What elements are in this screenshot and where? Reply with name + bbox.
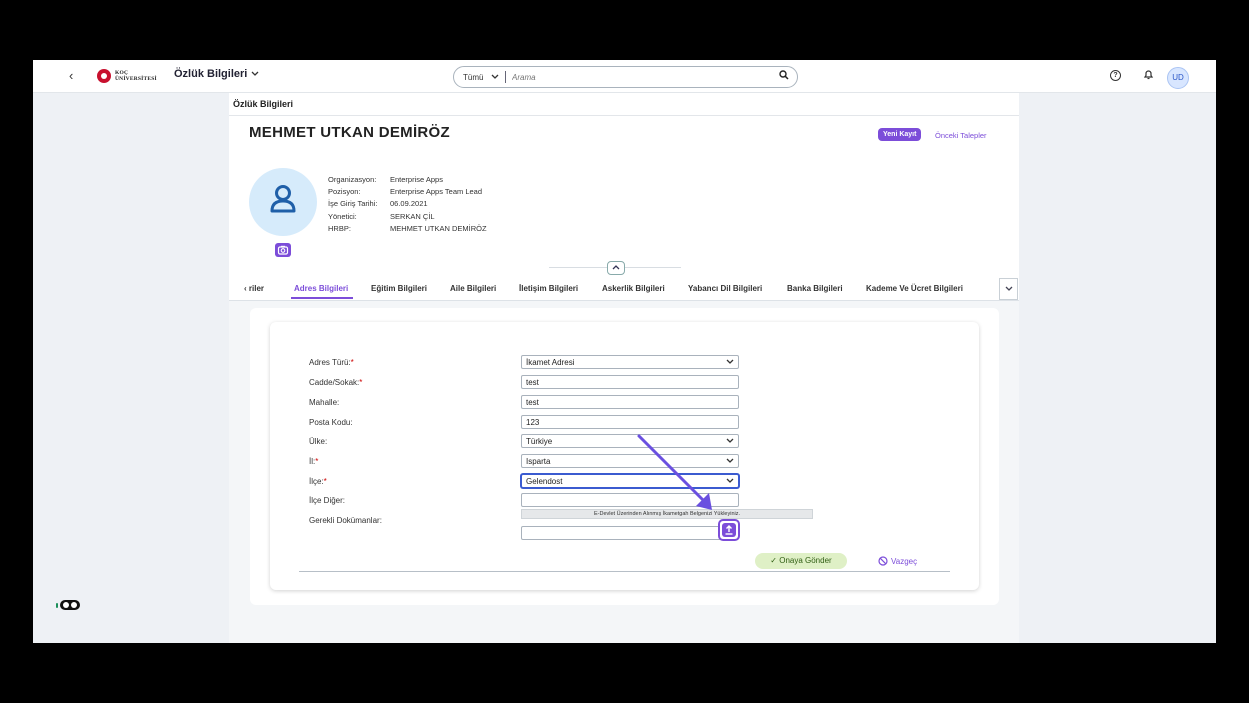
annotation-arrow-icon: [637, 434, 712, 510]
assistant-bot-icon[interactable]: [56, 598, 82, 612]
